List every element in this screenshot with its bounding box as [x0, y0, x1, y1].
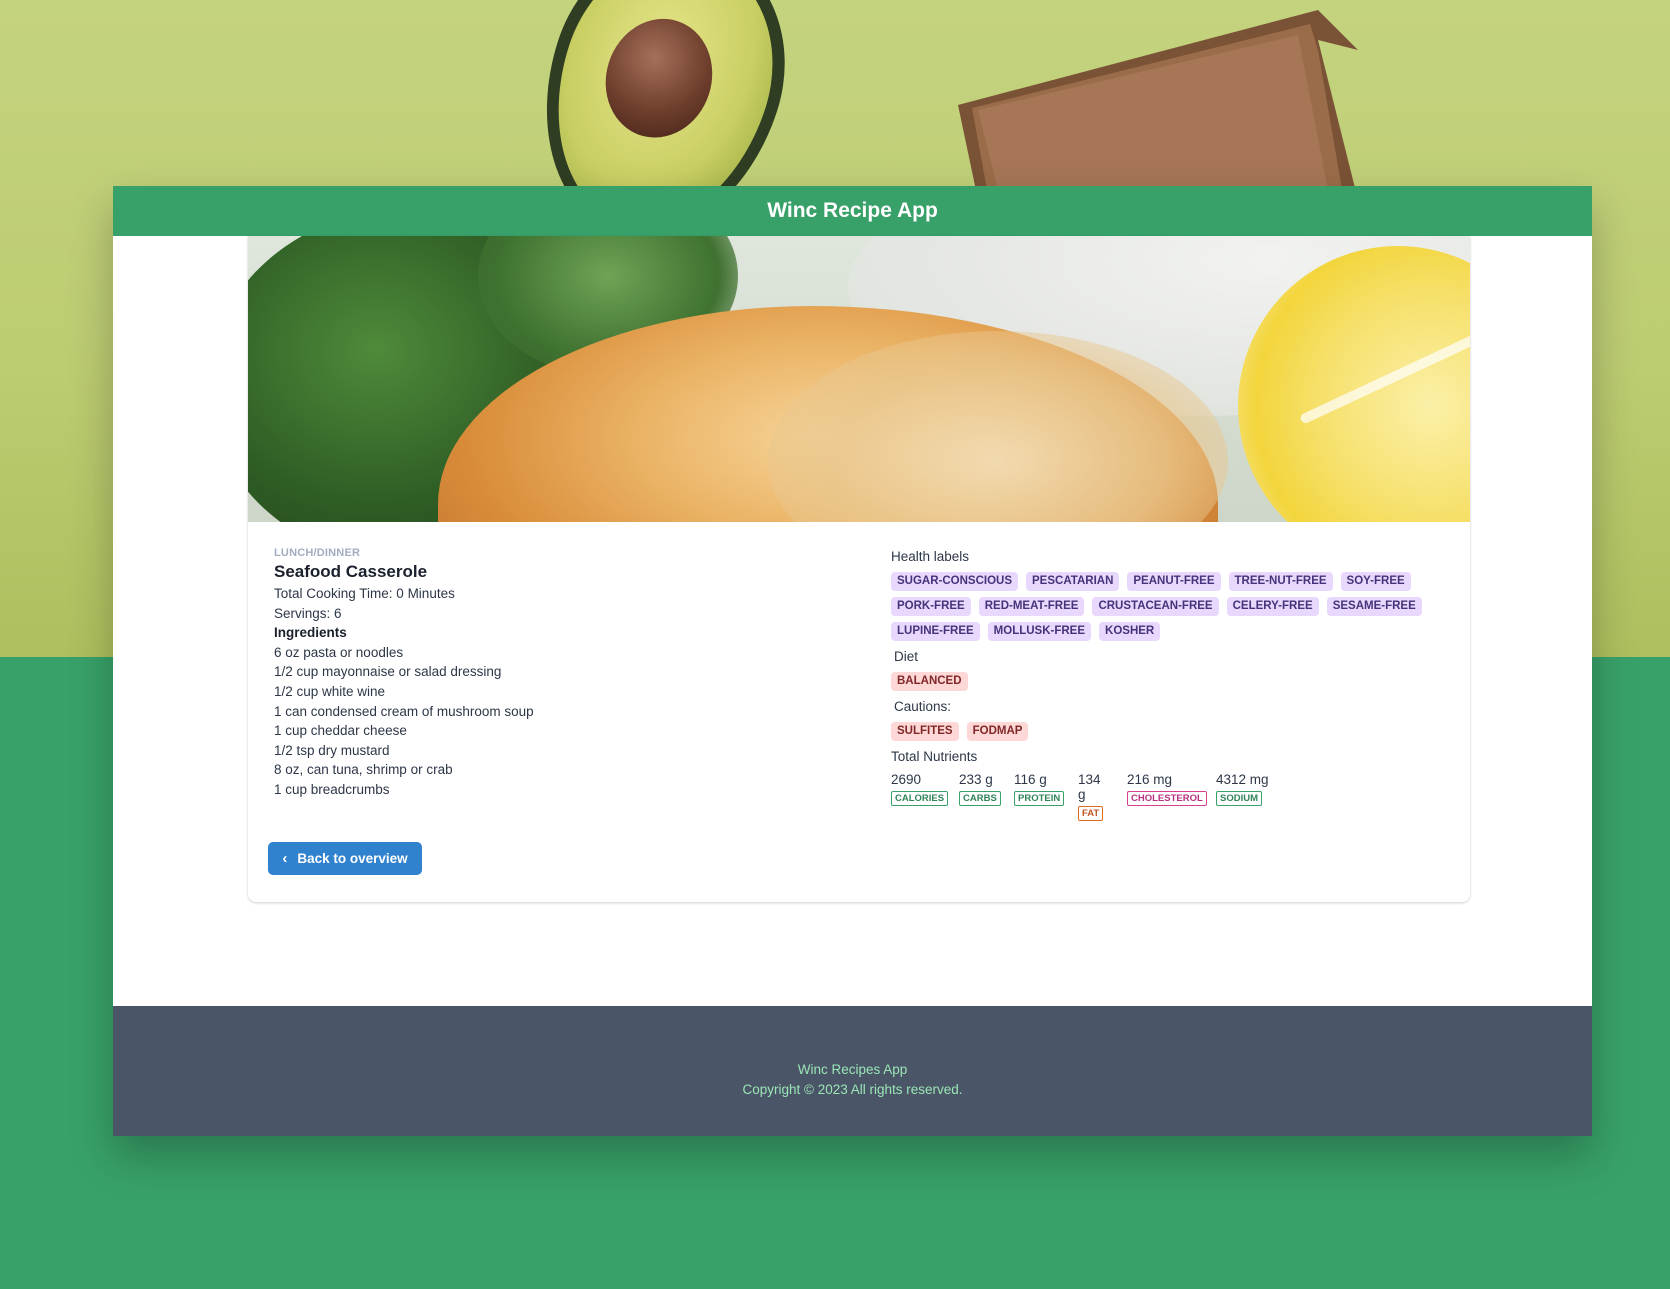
- nutrient-value: 233 g: [959, 772, 993, 787]
- nutrient-cholesterol: 216 mg CHOLESTEROL: [1127, 772, 1207, 821]
- nutrient-badge: CALORIES: [891, 791, 949, 806]
- total-nutrients-heading: Total Nutrients: [891, 749, 978, 764]
- nutrient-carbs: 233 g CARBS: [959, 772, 1001, 821]
- health-tag: PESCATARIAN: [1026, 572, 1120, 591]
- back-to-overview-button[interactable]: ‹ Back to overview: [268, 842, 422, 875]
- app-header: Winc Recipe App: [113, 186, 1592, 236]
- nutrient-value: 2690: [891, 772, 922, 787]
- recipe-labels: Health labels SUGAR-CONSCIOUS PESCATARIA…: [891, 549, 1451, 821]
- nutrient-protein: 116 g PROTEIN: [1014, 772, 1065, 821]
- nutrient-badge: CHOLESTEROL: [1127, 791, 1207, 806]
- ingredients-list: 6 oz pasta or noodles 1/2 cup mayonnaise…: [274, 643, 834, 800]
- diet-tags: BALANCED: [891, 672, 1451, 691]
- nutrient-badge: FAT: [1078, 806, 1104, 821]
- health-tags: SUGAR-CONSCIOUS PESCATARIAN PEANUT-FREE …: [891, 572, 1451, 641]
- caution-tag: FODMAP: [966, 722, 1029, 741]
- health-tag: PEANUT-FREE: [1127, 572, 1221, 591]
- nutrient-calories: 2690 CALORIES: [891, 772, 949, 821]
- toast-image: [958, 10, 1398, 200]
- back-button-label: Back to overview: [297, 851, 408, 866]
- diet-tag: BALANCED: [891, 672, 968, 691]
- health-tag: PORK-FREE: [891, 597, 971, 616]
- app-footer: Winc Recipes App Copyright © 2023 All ri…: [113, 1006, 1592, 1136]
- health-tag: RED-MEAT-FREE: [978, 597, 1085, 616]
- recipe-category: LUNCH/DINNER: [274, 547, 361, 559]
- servings: Servings: 6: [274, 605, 342, 621]
- nutrients-list: 2690 CALORIES 233 g CARBS 116 g PROTEIN …: [891, 772, 1451, 821]
- ingredient-item: 6 oz pasta or noodles: [274, 644, 404, 660]
- chevron-left-icon: ‹: [282, 850, 288, 867]
- ingredient-item: 1 cup breadcrumbs: [274, 781, 390, 797]
- health-tag: SESAME-FREE: [1326, 597, 1422, 616]
- cooking-time: Total Cooking Time: 0 Minutes: [274, 586, 455, 601]
- diet-heading: Diet: [894, 649, 919, 664]
- health-tag: CELERY-FREE: [1226, 597, 1319, 616]
- nutrient-sodium: 4312 mg SODIUM: [1216, 772, 1276, 821]
- nutrient-badge: SODIUM: [1216, 791, 1262, 806]
- recipe-details: LUNCH/DINNER Seafood Casserole Total Coo…: [274, 547, 834, 800]
- nutrient-value: 116 g: [1014, 772, 1047, 787]
- nutrient-value: 134 g: [1078, 772, 1101, 802]
- nutrient-value: 4312 mg: [1216, 772, 1269, 787]
- health-labels-heading: Health labels: [891, 549, 970, 564]
- app-title: Winc Recipe App: [767, 199, 938, 222]
- app-window: Winc Recipe App LUNCH/DINNER Seafood Cas…: [113, 186, 1592, 1136]
- health-tag: CRUSTACEAN-FREE: [1092, 597, 1219, 616]
- health-tag: KOSHER: [1099, 622, 1161, 641]
- health-tag: LUPINE-FREE: [891, 622, 980, 641]
- footer-app-name: Winc Recipes App: [797, 1062, 908, 1077]
- footer-copyright: Copyright © 2023 All rights reserved.: [742, 1082, 963, 1097]
- caution-tag: SULFITES: [891, 722, 959, 741]
- health-tag: TREE-NUT-FREE: [1228, 572, 1333, 591]
- caution-tags: SULFITES FODMAP: [891, 722, 1451, 741]
- recipe-image: [248, 236, 1470, 522]
- health-tag: SUGAR-CONSCIOUS: [891, 572, 1019, 591]
- health-tag: SOY-FREE: [1340, 572, 1411, 591]
- health-tag: MOLLUSK-FREE: [987, 622, 1092, 641]
- ingredient-item: 1/2 cup white wine: [274, 683, 386, 699]
- ingredient-item: 1 cup cheddar cheese: [274, 723, 407, 739]
- nutrient-value: 216 mg: [1127, 772, 1173, 787]
- ingredient-item: 1/2 tsp dry mustard: [274, 742, 390, 758]
- ingredient-item: 1/2 cup mayonnaise or salad dressing: [274, 664, 502, 680]
- cautions-heading: Cautions:: [894, 699, 952, 714]
- nutrient-badge: CARBS: [959, 791, 1001, 806]
- nutrient-badge: PROTEIN: [1014, 791, 1065, 806]
- ingredient-item: 8 oz, can tuna, shrimp or crab: [274, 762, 453, 778]
- ingredients-heading: Ingredients: [274, 625, 347, 641]
- recipe-card: LUNCH/DINNER Seafood Casserole Total Coo…: [248, 236, 1470, 902]
- nutrient-fat: 134 g FAT: [1078, 772, 1111, 821]
- ingredient-item: 1 can condensed cream of mushroom soup: [274, 703, 534, 719]
- recipe-title: Seafood Casserole: [274, 562, 428, 581]
